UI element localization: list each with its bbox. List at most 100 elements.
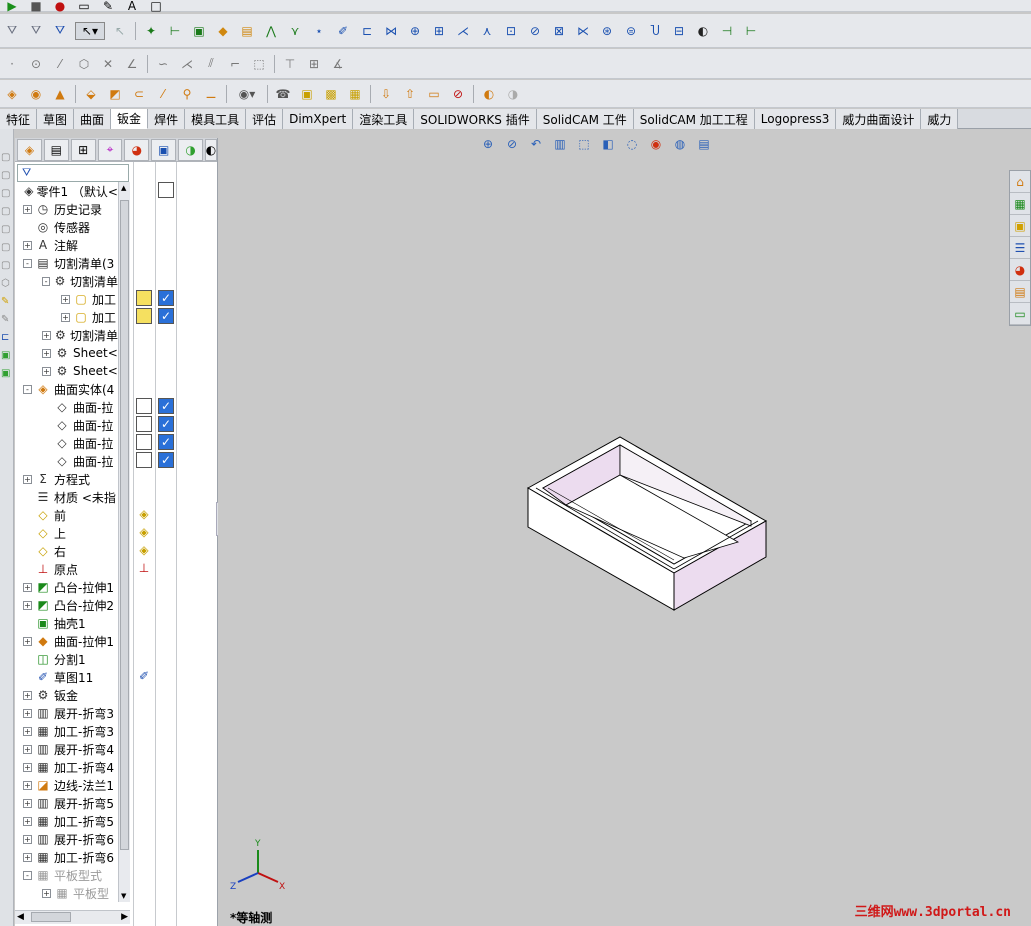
- tree-node[interactable]: ◎ 传感器: [15, 218, 118, 236]
- strip-cube-icon[interactable]: ⬡: [1, 275, 10, 293]
- expand-icon[interactable]: +: [42, 366, 51, 376]
- tree-node[interactable]: + ▢ 加工: [15, 308, 118, 326]
- tab-1[interactable]: 草图: [37, 109, 75, 129]
- strip-pen-icon[interactable]: ✎: [1, 293, 10, 311]
- extrude-icon[interactable]: ◈: [3, 85, 21, 103]
- tree-node[interactable]: + ◩ 凸台-拉伸2: [15, 596, 118, 614]
- tree-node[interactable]: ◫ 分割1: [15, 650, 118, 668]
- tree-node[interactable]: - ◈ 曲面实体(4: [15, 380, 118, 398]
- play-icon[interactable]: ▶: [3, 0, 21, 15]
- tree-node[interactable]: ◇ 前: [15, 506, 118, 524]
- tree-node[interactable]: + ▥ 展开-折弯6: [15, 830, 118, 848]
- strip-cube-icon[interactable]: ▢: [1, 239, 10, 257]
- lights-icon[interactable]: ☎: [274, 85, 292, 103]
- scroll-down-icon[interactable]: ▼: [121, 892, 126, 900]
- point-icon[interactable]: ·: [3, 55, 21, 73]
- tree-node[interactable]: + ▦ 加工-折弯6: [15, 848, 118, 866]
- h-scroll-thumb[interactable]: [31, 912, 71, 922]
- property-manager-tab-icon[interactable]: ▤: [43, 138, 69, 161]
- collapse-icon[interactable]: -: [23, 258, 32, 268]
- fillet-icon[interactable]: ∽: [154, 55, 172, 73]
- expand-icon[interactable]: +: [61, 294, 70, 304]
- appearance-swatch-icon[interactable]: [136, 398, 152, 414]
- filter-balloon-icon[interactable]: ⊡: [502, 22, 520, 40]
- walk-icon[interactable]: ▦: [346, 85, 364, 103]
- display-solid-icon[interactable]: ✓: [158, 434, 174, 450]
- filter-cosmetic-icon[interactable]: ⊜: [622, 22, 640, 40]
- display-solid-icon[interactable]: ✓: [158, 452, 174, 468]
- strip-cube-icon[interactable]: ▢: [1, 167, 10, 185]
- tree-node[interactable]: ◇ 曲面-拉: [15, 434, 118, 452]
- expand-icon[interactable]: +: [23, 780, 32, 790]
- filter-centermark-icon[interactable]: ⋉: [574, 22, 592, 40]
- bend-up-icon[interactable]: ⇧: [401, 85, 419, 103]
- tree-node[interactable]: + ⚙ Sheet<: [15, 362, 118, 380]
- document-icon[interactable]: ▭: [75, 0, 93, 15]
- record-icon[interactable]: ●: [51, 0, 69, 15]
- tab-2[interactable]: 曲面: [74, 109, 112, 129]
- trim-icon[interactable]: ✕: [99, 55, 117, 73]
- filter-vertices-icon[interactable]: ✦: [142, 22, 160, 40]
- corner-icon[interactable]: ⌐: [226, 55, 244, 73]
- polygon-icon[interactable]: ⬡: [75, 55, 93, 73]
- plane-visibility-icon[interactable]: ◈: [136, 542, 152, 558]
- no-bends-icon[interactable]: ⊘: [449, 85, 467, 103]
- expand-icon[interactable]: +: [23, 582, 32, 592]
- tab-11[interactable]: SolidCAM 加工工程: [633, 109, 755, 129]
- filter-point-icon[interactable]: ⋆: [310, 22, 328, 40]
- appearance-swatch-icon[interactable]: [136, 308, 152, 324]
- filter-plane-icon[interactable]: ⋎: [286, 22, 304, 40]
- filter-datum-icon[interactable]: ⊞: [430, 22, 448, 40]
- filter-block-icon[interactable]: ⊠: [550, 22, 568, 40]
- filter-sketch-icon[interactable]: ✐: [334, 22, 352, 40]
- scene-icon[interactable]: ▩: [322, 85, 340, 103]
- tree-node[interactable]: + ◷ 历史记录: [15, 200, 118, 218]
- fillet-feature-icon[interactable]: ◩: [106, 85, 124, 103]
- filter-table-icon[interactable]: ⊟: [670, 22, 688, 40]
- home-icon[interactable]: ⌂: [1010, 171, 1030, 193]
- camera-icon[interactable]: ▣: [298, 85, 316, 103]
- tree-node[interactable]: + ▥ 展开-折弯3: [15, 704, 118, 722]
- plane-visibility-icon[interactable]: ◈: [136, 524, 152, 540]
- feature-tree-tab-icon[interactable]: ◈: [17, 138, 42, 161]
- tree-node[interactable]: ◇ 右: [15, 542, 118, 560]
- tab-3[interactable]: 钣金: [111, 109, 149, 129]
- expand-icon[interactable]: +: [23, 834, 32, 844]
- loft-icon[interactable]: ⬙: [82, 85, 100, 103]
- tree-node[interactable]: ✐ 草图11: [15, 668, 118, 686]
- collapse-icon[interactable]: -: [42, 276, 51, 286]
- tree-node[interactable]: + ▦ 加工-折弯5: [15, 812, 118, 830]
- filter-note-icon[interactable]: ⋈: [382, 22, 400, 40]
- filter-clear-icon[interactable]: ⊣: [718, 22, 736, 40]
- tree-node[interactable]: + A 注解: [15, 236, 118, 254]
- expand-icon[interactable]: +: [23, 762, 32, 772]
- select-filter-icon[interactable]: ⛛: [3, 22, 21, 40]
- part-model[interactable]: Y X Z: [218, 130, 1031, 926]
- display-manager-tab-icon[interactable]: ◕: [124, 138, 150, 161]
- filter-toggle-icon[interactable]: ⊢: [742, 22, 760, 40]
- strip-cube-icon[interactable]: ▢: [1, 203, 10, 221]
- expand-icon[interactable]: +: [23, 744, 32, 754]
- select-filter2-icon[interactable]: ⛛: [27, 22, 45, 40]
- collapse-icon[interactable]: -: [23, 870, 32, 880]
- filter-edges-icon[interactable]: ⊢: [166, 22, 184, 40]
- tree-node[interactable]: - ▦ 平板型式: [15, 866, 118, 884]
- tree-node[interactable]: ◇ 曲面-拉: [15, 398, 118, 416]
- display-solid-icon[interactable]: ✓: [158, 290, 174, 306]
- display-state-box[interactable]: [158, 182, 174, 198]
- filter-dowel-icon[interactable]: ⊛: [598, 22, 616, 40]
- tree-node[interactable]: - ⚙ 切割清单: [15, 272, 118, 290]
- expand-icon[interactable]: +: [23, 204, 32, 214]
- tree-node[interactable]: + ▦ 平板型: [15, 884, 118, 902]
- rip-icon[interactable]: ◑: [504, 85, 522, 103]
- strip-cube-icon[interactable]: ▢: [1, 257, 10, 275]
- chamfer-icon[interactable]: ⋌: [178, 55, 196, 73]
- filter-all-icon[interactable]: ◐: [694, 22, 712, 40]
- plane-visibility-icon[interactable]: ◈: [136, 506, 152, 522]
- expand-icon[interactable]: +: [42, 888, 51, 898]
- origin-visibility-icon[interactable]: ⊥: [136, 560, 152, 576]
- expand-icon[interactable]: +: [23, 816, 32, 826]
- tab-12[interactable]: Logopress3: [754, 109, 837, 129]
- expand-icon[interactable]: +: [23, 690, 32, 700]
- wrap-icon[interactable]: ⚊: [202, 85, 220, 103]
